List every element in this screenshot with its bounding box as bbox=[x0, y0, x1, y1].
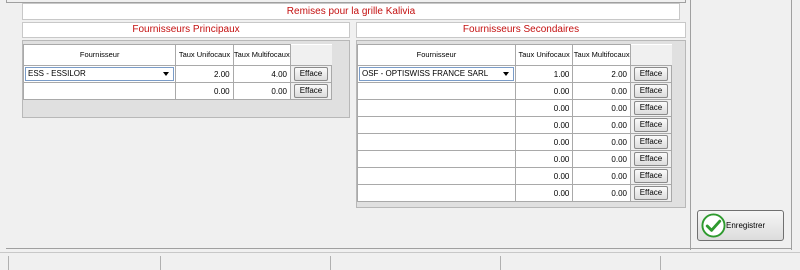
clear-row-button[interactable]: Efface bbox=[633, 169, 668, 183]
table-row: ESS - ESSILOR 2.00 4.00 Efface bbox=[22, 65, 333, 83]
secondary-suppliers-table: Fournisseur Taux Unifocaux Taux Multifoc… bbox=[357, 44, 673, 202]
chevron-down-icon bbox=[502, 72, 509, 76]
unifocal-rate-cell[interactable]: 0.00 bbox=[514, 167, 574, 185]
panel-divider bbox=[690, 0, 691, 250]
action-cell: Efface bbox=[629, 184, 673, 202]
status-separator bbox=[330, 256, 331, 270]
supplier-cell[interactable] bbox=[357, 150, 516, 168]
clear-row-button[interactable]: Efface bbox=[633, 135, 668, 149]
table-row: 0.00 0.00 Efface bbox=[357, 184, 673, 202]
supplier-cell[interactable] bbox=[357, 82, 516, 100]
supplier-select[interactable]: OSF - OPTISWISS FRANCE SARL bbox=[359, 67, 514, 81]
action-cell: Efface bbox=[629, 116, 673, 134]
column-header-action bbox=[290, 44, 332, 66]
clear-row-button[interactable]: Efface bbox=[633, 101, 668, 115]
clear-row-button[interactable]: Efface bbox=[633, 67, 668, 81]
column-header-multifocal: Taux Multifocaux bbox=[572, 44, 631, 66]
principal-table-body: ESS - ESSILOR 2.00 4.00 Efface 0.00 0.00 Effac… bbox=[22, 65, 333, 100]
unifocal-rate-cell[interactable]: 0.00 bbox=[175, 82, 234, 100]
table-row: 0.00 0.00 Efface bbox=[357, 99, 673, 117]
status-separator bbox=[8, 256, 9, 270]
multifocal-rate-cell[interactable]: 0.00 bbox=[572, 116, 631, 134]
multifocal-rate-cell[interactable]: 0.00 bbox=[572, 150, 631, 168]
action-cell: Efface bbox=[629, 82, 673, 100]
multifocal-rate-cell[interactable]: 4.00 bbox=[232, 65, 291, 83]
table-row: OSF - OPTISWISS FRANCE SARL 1.00 2.00 Effac… bbox=[357, 65, 673, 83]
clear-row-button[interactable]: Efface bbox=[293, 67, 328, 81]
multifocal-rate-cell[interactable]: 0.00 bbox=[572, 99, 631, 117]
supplier-cell[interactable] bbox=[357, 167, 516, 185]
principal-group-title: Fournisseurs Principaux bbox=[22, 22, 350, 38]
column-header-action bbox=[630, 44, 672, 66]
table-row: 0.00 0.00 Efface bbox=[357, 82, 673, 100]
column-header-supplier: Fournisseur bbox=[22, 44, 177, 66]
principal-suppliers-table: Fournisseur Taux Unifocaux Taux Multifoc… bbox=[22, 44, 333, 100]
action-cell: Efface bbox=[289, 82, 333, 100]
supplier-cell[interactable]: OSF - OPTISWISS FRANCE SARL bbox=[357, 65, 516, 83]
supplier-cell[interactable] bbox=[357, 116, 516, 134]
multifocal-rate-cell[interactable]: 0.00 bbox=[572, 167, 631, 185]
multifocal-rate-cell[interactable]: 0.00 bbox=[572, 82, 631, 100]
clear-row-button[interactable]: Efface bbox=[633, 84, 668, 98]
supplier-value: OSF - OPTISWISS FRANCE SARL bbox=[362, 69, 489, 78]
chevron-down-icon bbox=[163, 72, 170, 76]
unifocal-rate-cell[interactable]: 0.00 bbox=[514, 133, 574, 151]
unifocal-rate-cell[interactable]: 0.00 bbox=[514, 116, 574, 134]
clear-row-button[interactable]: Efface bbox=[293, 84, 328, 98]
column-header-supplier: Fournisseur bbox=[357, 44, 516, 66]
secondary-group-title: Fournisseurs Secondaires bbox=[356, 22, 686, 38]
clear-row-button[interactable]: Efface bbox=[633, 118, 668, 132]
action-cell: Efface bbox=[629, 99, 673, 117]
table-row: 0.00 0.00 Efface bbox=[357, 150, 673, 168]
column-header-unifocal: Taux Unifocaux bbox=[175, 44, 234, 66]
multifocal-rate-cell[interactable]: 0.00 bbox=[232, 82, 291, 100]
supplier-cell[interactable] bbox=[357, 184, 516, 202]
page-title: Remises pour la grille Kalivia bbox=[22, 3, 680, 20]
supplier-cell[interactable]: ESS - ESSILOR bbox=[22, 65, 177, 83]
supplier-select[interactable]: ESS - ESSILOR bbox=[25, 67, 175, 81]
action-cell: Efface bbox=[629, 133, 673, 151]
status-separator bbox=[500, 256, 501, 270]
unifocal-rate-cell[interactable]: 1.00 bbox=[514, 65, 574, 83]
supplier-cell[interactable] bbox=[357, 99, 516, 117]
table-row: 0.00 0.00 Efface bbox=[22, 82, 333, 100]
action-cell: Efface bbox=[289, 65, 333, 83]
multifocal-rate-cell[interactable]: 2.00 bbox=[572, 65, 631, 83]
column-header-unifocal: Taux Unifocaux bbox=[514, 44, 574, 66]
multifocal-rate-cell[interactable]: 0.00 bbox=[572, 133, 631, 151]
save-button[interactable]: Enregistrer bbox=[697, 210, 784, 241]
supplier-cell[interactable] bbox=[22, 82, 177, 100]
status-bar bbox=[0, 252, 800, 270]
clear-row-button[interactable]: Efface bbox=[633, 186, 668, 200]
check-icon bbox=[701, 213, 726, 238]
table-row: 0.00 0.00 Efface bbox=[357, 133, 673, 151]
multifocal-rate-cell[interactable]: 0.00 bbox=[572, 184, 631, 202]
save-button-label: Enregistrer bbox=[726, 221, 766, 230]
status-separator bbox=[160, 256, 161, 270]
unifocal-rate-cell[interactable]: 0.00 bbox=[514, 184, 574, 202]
bottom-divider bbox=[6, 248, 792, 249]
unifocal-rate-cell[interactable]: 0.00 bbox=[514, 150, 574, 168]
column-header-multifocal: Taux Multifocaux bbox=[232, 44, 291, 66]
action-cell: Efface bbox=[629, 150, 673, 168]
unifocal-rate-cell[interactable]: 2.00 bbox=[175, 65, 234, 83]
panel-border bbox=[791, 0, 792, 250]
table-row: 0.00 0.00 Efface bbox=[357, 167, 673, 185]
supplier-value: ESS - ESSILOR bbox=[28, 69, 86, 78]
table-row: 0.00 0.00 Efface bbox=[357, 116, 673, 134]
unifocal-rate-cell[interactable]: 0.00 bbox=[514, 82, 574, 100]
clear-row-button[interactable]: Efface bbox=[633, 152, 668, 166]
secondary-table-body: OSF - OPTISWISS FRANCE SARL 1.00 2.00 Effac… bbox=[357, 65, 673, 202]
action-cell: Efface bbox=[629, 65, 673, 83]
status-separator bbox=[660, 256, 661, 270]
supplier-cell[interactable] bbox=[357, 133, 516, 151]
unifocal-rate-cell[interactable]: 0.00 bbox=[514, 99, 574, 117]
action-cell: Efface bbox=[629, 167, 673, 185]
